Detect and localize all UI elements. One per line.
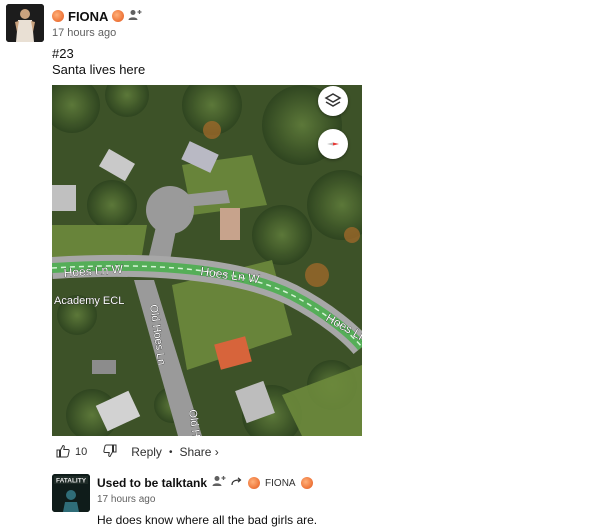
layers-icon [324, 93, 342, 107]
add-user-icon[interactable] [128, 9, 142, 24]
like-button[interactable] [56, 444, 70, 461]
reply-avatar[interactable]: FATALITY [52, 474, 90, 512]
reply-arrow-icon [231, 474, 243, 492]
like-count: 10 [75, 446, 88, 458]
avatar-caption: FATALITY [56, 478, 87, 485]
username[interactable]: FIONA [68, 9, 108, 24]
peach-icon [300, 477, 313, 489]
reply-header: Used to be talktank FIONA [97, 475, 313, 491]
add-user-icon[interactable] [212, 474, 226, 492]
satellite-map: Hoes Ln W Hoes Ln W Hoes Ln Old Hoes Ln … [52, 85, 362, 436]
compass-icon [327, 142, 339, 146]
compass-button[interactable] [318, 129, 348, 159]
peach-icon [248, 477, 261, 489]
share-button[interactable]: Share › [179, 445, 218, 459]
thumbs-up-icon [56, 444, 70, 457]
reply-target[interactable]: FIONA [265, 478, 296, 489]
place-label: Academy ECL [54, 295, 124, 307]
reply-text: He does know where all the bad girls are… [97, 513, 318, 527]
map-image[interactable]: Hoes Ln W Hoes Ln W Hoes Ln Old Hoes Ln … [52, 85, 362, 436]
comment-timestamp[interactable]: 17 hours ago [52, 27, 116, 39]
comment-line: #23 [52, 46, 74, 61]
separator-dot: • [168, 446, 173, 458]
peach-icon [52, 10, 64, 22]
reply-button[interactable]: Reply [131, 445, 162, 459]
comment-line: Santa lives here [52, 62, 146, 77]
peach-icon [112, 10, 125, 22]
avatar[interactable] [6, 4, 44, 42]
layers-button[interactable] [318, 86, 348, 116]
thumbs-down-icon [103, 444, 117, 457]
dislike-button[interactable] [103, 444, 117, 461]
comment-actions: 10 Reply • Share › [56, 444, 219, 460]
reply-username[interactable]: Used to be talktank [97, 476, 207, 490]
comment-header: FIONA [52, 8, 142, 24]
reply-timestamp[interactable]: 17 hours ago [97, 494, 155, 505]
